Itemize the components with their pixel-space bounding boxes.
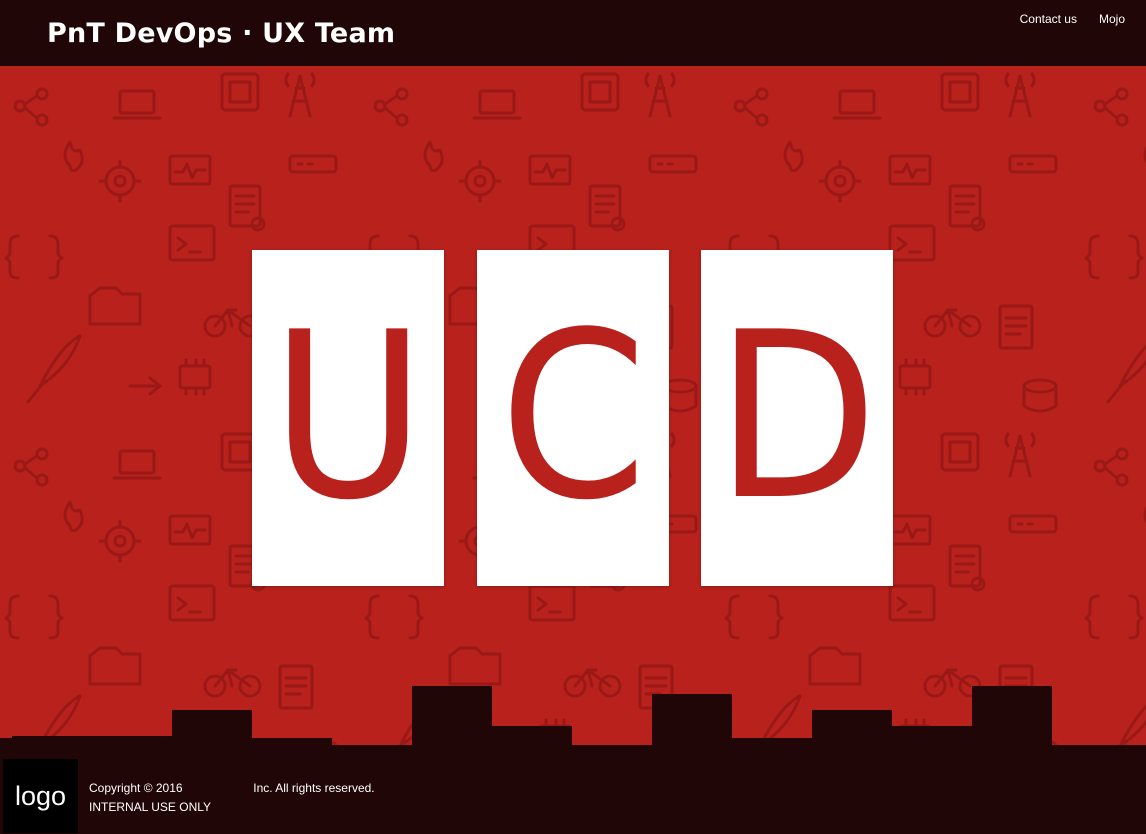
hero-banner: U C D [0, 66, 1146, 766]
page-footer: logo Copyright © 2016 Inc. All rights re… [0, 745, 1146, 834]
copyright-prefix: Copyright © 2016 [89, 781, 183, 795]
company-logo[interactable]: logo [3, 759, 78, 833]
copyright-text: Copyright © 2016 Inc. All rights reserve… [89, 781, 375, 795]
copyright-suffix: Inc. All rights reserved. [253, 781, 375, 795]
city-skyline-silhouette [0, 686, 1146, 766]
nav-mojo-link[interactable]: Mojo [1099, 12, 1125, 26]
top-nav-bar: PnT DevOps · UX Team Contact us Mojo [0, 0, 1146, 66]
logo-text: logo [14, 780, 67, 811]
internal-use-note: INTERNAL USE ONLY [89, 800, 212, 814]
top-nav-links: Contact us Mojo [1020, 12, 1125, 26]
nav-contact-us-link[interactable]: Contact us [1020, 12, 1077, 26]
site-title[interactable]: PnT DevOps · UX Team [47, 16, 395, 52]
